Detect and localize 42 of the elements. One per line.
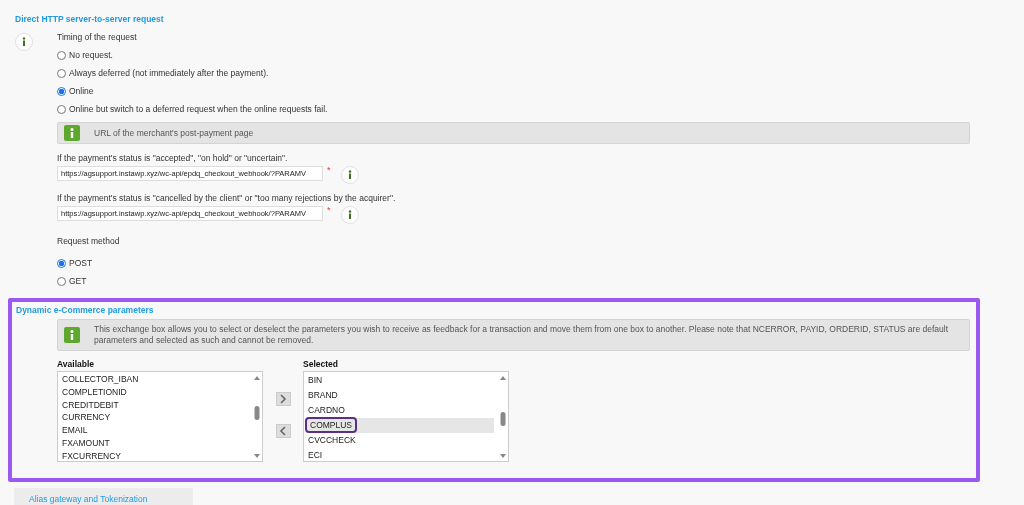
info-text: This exchange box allows you to select or deselect the parameters you wish to receive as feedback for a transaction and move them from one box to another. Please note that NCERROR, PAYID, ORDERID, STATUS are default parameters and selected as such and cannot be removed.: [94, 324, 950, 346]
info-icon[interactable]: [340, 206, 359, 224]
radio-option[interactable]: GET: [57, 272, 970, 290]
radio-option[interactable]: POST: [57, 254, 970, 272]
list-heading: Selected: [303, 359, 339, 371]
radio-option[interactable]: Always deferred (not immediately after the payment).: [57, 64, 970, 82]
list-item[interactable]: ECI: [307, 448, 494, 461]
info-text: URL of the merchant's post-payment page: [94, 128, 254, 138]
list-item[interactable]: COMPLUS: [307, 418, 494, 433]
section-title: Direct HTTP server-to-server request: [15, 14, 165, 26]
info-icon[interactable]: [15, 33, 33, 51]
section-title: Dynamic e-Commerce parameters: [16, 305, 155, 317]
list-item[interactable]: FXCURRENCY: [61, 449, 248, 461]
list-heading: Available: [57, 359, 95, 371]
parameter-list[interactable]: COLLECTOR_IBAN COMPLETIONID CREDITDEBIT CURRENCY EMAIL FXAMOUNT FXCURRENCY: [57, 371, 263, 462]
parameter-list[interactable]: BIN BRAND CARDNO COMPLUS CVCCHECK ECI: [303, 371, 509, 462]
radio-option[interactable]: Online but switch to a deferred request when the online requests fail.: [57, 100, 970, 118]
list-item[interactable]: COMPLETIONID: [61, 385, 248, 399]
move-left-button[interactable]: [275, 424, 291, 438]
chevron-left-icon: [279, 426, 287, 436]
info-icon: [64, 327, 80, 343]
list-item[interactable]: EMAIL: [61, 424, 248, 437]
list-item[interactable]: BIN: [307, 373, 494, 388]
required-mark: *: [327, 206, 331, 214]
radio-option[interactable]: Online: [57, 82, 970, 100]
list-item[interactable]: COLLECTOR_IBAN: [61, 373, 248, 386]
list-item[interactable]: CARDNO: [307, 403, 494, 418]
field-label: If the payment's status is "accepted", "on hold" or "uncertain".: [57, 153, 289, 165]
info-icon: [64, 125, 80, 141]
list-item[interactable]: CURRENCY: [61, 411, 248, 425]
list-item[interactable]: CREDITDEBIT: [61, 398, 248, 412]
chevron-right-icon: [279, 394, 287, 404]
list-item[interactable]: CVCCHECK: [307, 433, 494, 448]
field-label: If the payment's status is "cancelled by the client" or "too many rejections by the acquirer".: [57, 193, 397, 205]
field-label: Timing of the request: [57, 31, 138, 44]
info-icon[interactable]: [340, 166, 359, 184]
move-right-button[interactable]: [275, 392, 291, 406]
required-mark: *: [327, 166, 331, 174]
list-item[interactable]: BRAND: [307, 388, 494, 403]
radio-option[interactable]: No request.: [57, 46, 970, 64]
list-item[interactable]: FXAMOUNT: [61, 437, 248, 450]
field-label: Request method: [57, 236, 121, 248]
